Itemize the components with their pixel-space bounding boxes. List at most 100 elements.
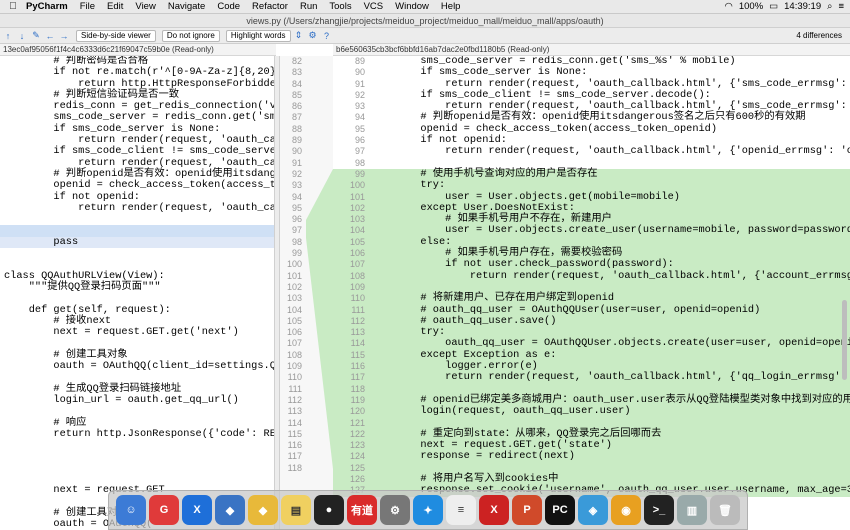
- right-line-number: 99: [337, 168, 371, 181]
- right-code-line: 124 response = redirect(next): [333, 451, 850, 463]
- dock-app-icon[interactable]: ▤: [281, 495, 311, 525]
- right-line-number: 103: [337, 214, 371, 226]
- left-line-number: 100: [286, 259, 302, 270]
- dock-app-icon[interactable]: ◈: [578, 495, 608, 525]
- left-line-number: 114: [287, 417, 302, 428]
- right-code-line: 100 try:: [333, 179, 850, 192]
- left-code-pane[interactable]: # 判断密码是否合格 if not re.match(r'^[0-9A-Za-z…: [0, 56, 274, 530]
- left-line-number: 99: [291, 248, 302, 259]
- right-line-number: 122: [337, 428, 371, 441]
- dock-app-icon[interactable]: ⚙: [380, 495, 410, 525]
- left-code-line: return render(request, 'oauth_call: [4, 201, 274, 214]
- dock-app-icon[interactable]: ◉: [611, 495, 641, 525]
- help-icon[interactable]: ?: [321, 31, 333, 41]
- left-line-number: 87: [291, 112, 302, 123]
- menu-tools[interactable]: Tools: [323, 1, 357, 12]
- dock-app-icon[interactable]: P: [512, 495, 542, 525]
- apple-icon[interactable]: : [6, 1, 20, 12]
- highlight-mode-select[interactable]: Highlight words: [225, 29, 291, 42]
- left-code-line: [0, 406, 274, 417]
- right-line-number: 90: [354, 67, 365, 78]
- clock[interactable]: 14:39:19: [784, 1, 821, 12]
- wifi-icon[interactable]: ◠: [725, 1, 733, 12]
- right-line-text: # 将新建用户、已存在用户绑定到openid: [371, 292, 615, 305]
- menu-navigate[interactable]: Navigate: [162, 1, 212, 12]
- arrow-up-icon[interactable]: ↑: [2, 31, 14, 41]
- menu-file[interactable]: File: [74, 1, 101, 12]
- dock-app-icon[interactable]: >_: [644, 495, 674, 525]
- menu-window[interactable]: Window: [389, 1, 435, 12]
- right-line-number: 124: [337, 451, 371, 463]
- vertical-scrollbar[interactable]: [842, 300, 847, 380]
- right-line-number: 121: [337, 417, 371, 429]
- arrow-left-icon[interactable]: ←: [44, 31, 56, 41]
- right-line-text: try:: [371, 179, 446, 192]
- dock-app-icon[interactable]: ✦: [413, 495, 443, 525]
- menu-help[interactable]: Help: [435, 1, 467, 12]
- left-code-line: openid = check_access_token(access_tok: [4, 179, 274, 192]
- left-line-number: 102: [286, 281, 302, 292]
- dock-app-icon[interactable]: 🗑: [710, 495, 740, 525]
- battery-label[interactable]: 100%: [739, 1, 763, 12]
- dock-app-icon[interactable]: ●: [314, 495, 344, 525]
- dock-app-icon[interactable]: G: [149, 495, 179, 525]
- search-icon[interactable]: ⌕: [827, 1, 832, 12]
- right-line-number: 109: [337, 281, 371, 294]
- right-line-number: 104: [337, 225, 371, 237]
- right-line-number: 115: [337, 349, 371, 362]
- ignore-mode-select[interactable]: Do not ignore: [161, 29, 220, 42]
- menu-edit[interactable]: Edit: [101, 1, 129, 12]
- left-line-number: 84: [291, 78, 302, 89]
- menu-code[interactable]: Code: [211, 1, 246, 12]
- dock-app-icon[interactable]: ◆: [248, 495, 278, 525]
- left-line-number: 109: [286, 361, 302, 372]
- right-line-number: 118: [337, 383, 371, 395]
- menu-refactor[interactable]: Refactor: [246, 1, 294, 12]
- left-line-number: 85: [291, 89, 302, 100]
- left-line-number: 115: [287, 428, 302, 439]
- right-line-number: 95: [354, 123, 365, 134]
- right-code-line: 117 return render(request, 'oauth_callba…: [333, 372, 850, 384]
- right-line-number: 107: [337, 259, 371, 271]
- dock-app-icon[interactable]: ◆: [215, 495, 245, 525]
- right-line-number: 100: [337, 180, 371, 192]
- left-code-line: pass: [0, 236, 274, 249]
- dock-app-icon[interactable]: X: [479, 495, 509, 525]
- dock-app-icon[interactable]: ≡: [446, 495, 476, 525]
- left-code-line: if not re.match(r'^[0-9A-Za-z]{8,20}$': [4, 66, 274, 79]
- macos-menubar:  PyCharm File Edit View Navigate Code R…: [0, 0, 850, 14]
- arrow-down-icon[interactable]: ↓: [16, 31, 28, 41]
- left-line-number: 101: [286, 270, 302, 281]
- viewer-mode-select[interactable]: Side-by-side viewer: [76, 29, 156, 42]
- macos-dock: ☺ G X ◆ ◆ ▤ ● 有道 ⚙ ✦ ≡ X P PC ◈ ◉ >_ ▥ 🗑: [108, 490, 748, 530]
- right-line-number: 93: [354, 101, 365, 112]
- edit-source-icon[interactable]: ✎: [30, 30, 42, 41]
- left-code-line: [0, 440, 274, 451]
- right-code-pane[interactable]: 89 sms_code_server = redis_conn.get('sms…: [333, 56, 850, 530]
- right-line-number: 114: [337, 338, 371, 350]
- left-line-number: 90: [291, 146, 302, 157]
- dock-app-icon[interactable]: ▥: [677, 495, 707, 525]
- right-line-number: 97: [354, 146, 365, 157]
- dock-app-icon[interactable]: ☺: [116, 495, 146, 525]
- left-line-number: 96: [291, 214, 302, 225]
- dock-app-icon[interactable]: PC: [545, 495, 575, 525]
- arrow-right-icon[interactable]: →: [58, 31, 70, 41]
- left-code-line: [0, 463, 274, 474]
- dock-app-icon[interactable]: X: [182, 495, 212, 525]
- menu-app-name[interactable]: PyCharm: [20, 1, 74, 12]
- menu-run[interactable]: Run: [294, 1, 323, 12]
- status-area: ◠ 100% ▭ 14:39:19 ⌕ ≡: [725, 1, 850, 12]
- menu-view[interactable]: View: [129, 1, 161, 12]
- dock-app-icon[interactable]: 有道: [347, 495, 377, 525]
- left-code-line: [0, 293, 274, 304]
- left-line-number: 110: [287, 372, 302, 383]
- battery-icon[interactable]: ▭: [769, 1, 778, 12]
- collapse-icon[interactable]: ⇕: [293, 30, 305, 41]
- right-line-text: return render(request, 'oauth_callback.h…: [371, 269, 850, 282]
- settings-gear-icon[interactable]: ⚙: [307, 30, 319, 41]
- left-line-gutter: 82 83 84 85 86 87 88 89 90 91 92 93 94 95 96 97 98 99 100 1…: [280, 56, 306, 530]
- right-line-number: 98: [354, 157, 365, 168]
- menu-list-icon[interactable]: ≡: [838, 1, 844, 12]
- menu-vcs[interactable]: VCS: [358, 1, 390, 12]
